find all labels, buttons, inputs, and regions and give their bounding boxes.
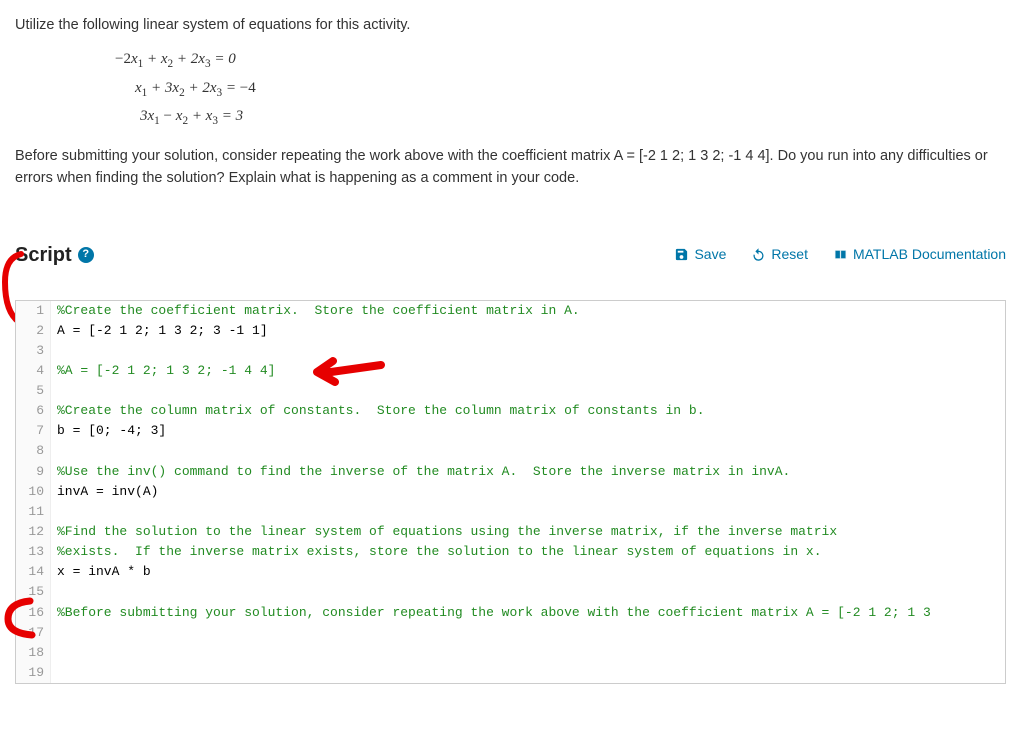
code-line[interactable]: 18	[16, 643, 1005, 663]
line-number: 18	[16, 643, 51, 663]
code-content[interactable]	[51, 502, 1005, 522]
line-number: 1	[16, 301, 51, 321]
line-number: 10	[16, 482, 51, 502]
line-number: 12	[16, 522, 51, 542]
code-line[interactable]: 4%A = [-2 1 2; 1 3 2; -1 4 4]	[16, 361, 1005, 381]
line-number: 6	[16, 401, 51, 421]
code-editor[interactable]: 1%Create the coefficient matrix. Store t…	[15, 300, 1006, 685]
code-content[interactable]	[51, 441, 1005, 461]
code-line[interactable]: 17	[16, 623, 1005, 643]
save-icon	[674, 247, 689, 262]
code-line[interactable]: 16%Before submitting your solution, cons…	[16, 603, 1005, 623]
line-number: 4	[16, 361, 51, 381]
code-content[interactable]: %Create the column matrix of constants. …	[51, 401, 1005, 421]
code-content[interactable]: %A = [-2 1 2; 1 3 2; -1 4 4]	[51, 361, 1005, 381]
book-icon	[833, 247, 848, 262]
line-number: 14	[16, 562, 51, 582]
code-content[interactable]: invA = inv(A)	[51, 482, 1005, 502]
code-content[interactable]: %Create the coefficient matrix. Store th…	[51, 301, 1005, 321]
code-content[interactable]: %Before submitting your solution, consid…	[51, 603, 1005, 623]
line-number: 7	[16, 421, 51, 441]
code-content[interactable]: %exists. If the inverse matrix exists, s…	[51, 542, 1005, 562]
docs-link[interactable]: MATLAB Documentation	[833, 244, 1006, 265]
line-number: 19	[16, 663, 51, 683]
code-line[interactable]: 14x = invA * b	[16, 562, 1005, 582]
code-content[interactable]: b = [0; -4; 3]	[51, 421, 1005, 441]
code-line[interactable]: 6%Create the column matrix of constants.…	[16, 401, 1005, 421]
code-content[interactable]	[51, 582, 1005, 602]
code-line[interactable]: 8	[16, 441, 1005, 461]
code-line[interactable]: 13%exists. If the inverse matrix exists,…	[16, 542, 1005, 562]
code-content[interactable]	[51, 623, 1005, 643]
equation-system: −2x1 + x2 + 2x3 = 0 x1 + 3x2 + 2x3 = −4 …	[115, 46, 1006, 131]
code-content[interactable]	[51, 643, 1005, 663]
reset-icon	[751, 247, 766, 262]
code-line[interactable]: 19	[16, 663, 1005, 683]
line-number: 13	[16, 542, 51, 562]
code-content[interactable]	[51, 381, 1005, 401]
code-line[interactable]: 15	[16, 582, 1005, 602]
code-line[interactable]: 9%Use the inv() command to find the inve…	[16, 462, 1005, 482]
code-line[interactable]: 5	[16, 381, 1005, 401]
code-line[interactable]: 11	[16, 502, 1005, 522]
code-line[interactable]: 1%Create the coefficient matrix. Store t…	[16, 301, 1005, 321]
code-content[interactable]: x = invA * b	[51, 562, 1005, 582]
code-content[interactable]	[51, 341, 1005, 361]
code-content[interactable]: %Use the inv() command to find the inver…	[51, 462, 1005, 482]
help-icon[interactable]: ?	[78, 247, 94, 263]
script-heading: Script ?	[15, 240, 94, 270]
code-content[interactable]: A = [-2 1 2; 1 3 2; 3 -1 1]	[51, 321, 1005, 341]
followup-text: Before submitting your solution, conside…	[15, 146, 1006, 190]
code-line[interactable]: 2A = [-2 1 2; 1 3 2; 3 -1 1]	[16, 321, 1005, 341]
line-number: 16	[16, 603, 51, 623]
line-number: 2	[16, 321, 51, 341]
code-content[interactable]: %Find the solution to the linear system …	[51, 522, 1005, 542]
code-line[interactable]: 3	[16, 341, 1005, 361]
line-number: 15	[16, 582, 51, 602]
line-number: 17	[16, 623, 51, 643]
code-line[interactable]: 12%Find the solution to the linear syste…	[16, 522, 1005, 542]
save-button[interactable]: Save	[674, 244, 726, 265]
line-number: 8	[16, 441, 51, 461]
reset-button[interactable]: Reset	[751, 244, 808, 265]
intro-text: Utilize the following linear system of e…	[15, 15, 1006, 37]
code-line[interactable]: 10invA = inv(A)	[16, 482, 1005, 502]
line-number: 3	[16, 341, 51, 361]
code-content[interactable]	[51, 663, 1005, 683]
line-number: 11	[16, 502, 51, 522]
line-number: 9	[16, 462, 51, 482]
code-line[interactable]: 7b = [0; -4; 3]	[16, 421, 1005, 441]
line-number: 5	[16, 381, 51, 401]
